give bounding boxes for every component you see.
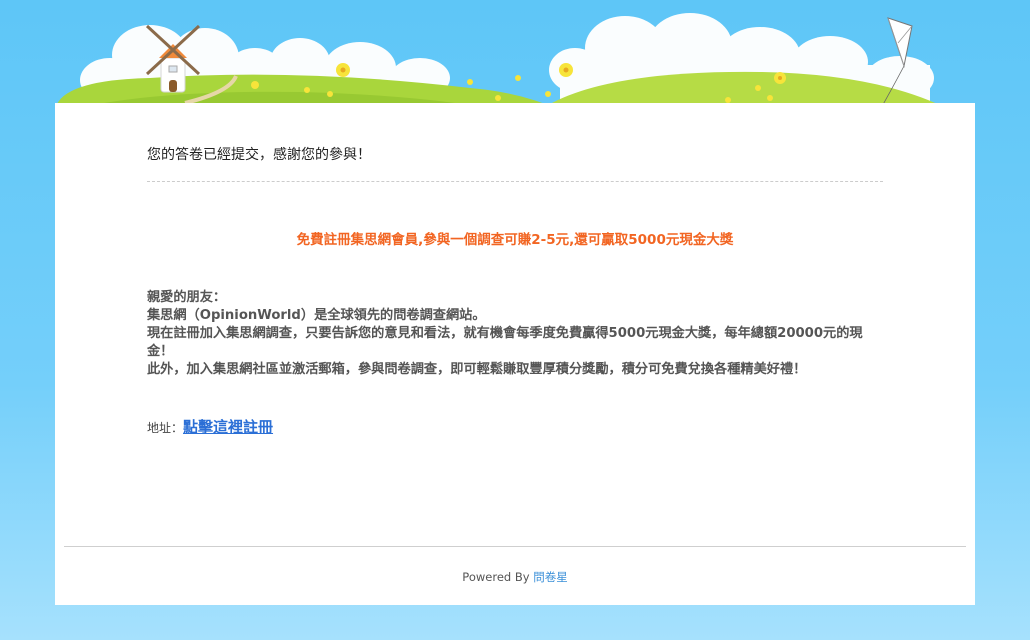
- promo-headline: 免費註冊集思網會員,參與一個調查可賺2-5元,還可贏取5000元現金大獎: [296, 232, 734, 248]
- address-row: 地址：點擊這裡註冊: [147, 416, 273, 437]
- greeting: 親愛的朋友：: [147, 290, 227, 305]
- register-link[interactable]: 點擊這裡註冊: [183, 418, 273, 436]
- body-line-1: 集思網（OpinionWorld）是全球領先的問卷調查網站。: [147, 308, 486, 323]
- body-line-3: 此外，加入集思網社區並激活郵箱，參與問卷調查，即可輕鬆賺取豐厚積分獎勵，積分可免…: [147, 362, 807, 377]
- submission-confirmation: 您的答卷已經提交，感謝您的參與！: [147, 147, 371, 163]
- powered-by-label: Powered By: [462, 570, 530, 584]
- address-label: 地址：: [147, 421, 184, 435]
- promo-body: 親愛的朋友： 集思網（OpinionWorld）是全球領先的問卷調查網站。 現在…: [147, 289, 887, 379]
- body-line-2: 現在註冊加入集思網調查，只要告訴您的意見和看法，就有機會每季度免費贏得5000元…: [147, 326, 863, 359]
- header-landscape-illustration: [55, 13, 950, 110]
- dashed-divider: [147, 181, 883, 182]
- footer: Powered By 問卷星: [55, 569, 975, 585]
- footer-divider: [64, 546, 966, 547]
- brand-link[interactable]: 問卷星: [533, 570, 568, 584]
- result-card: 您的答卷已經提交，感謝您的參與！ 免費註冊集思網會員,參與一個調查可賺2-5元,…: [55, 103, 975, 605]
